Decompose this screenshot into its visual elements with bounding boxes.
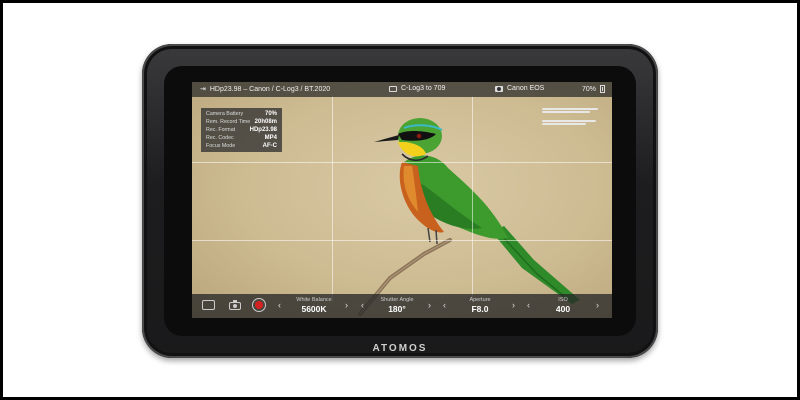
battery-icon [600,85,606,93]
info-value: 70% [264,111,277,117]
white-balance-control[interactable]: White Balance 5600K [278,297,350,315]
info-value: AF-C [262,143,277,149]
grid-line [332,96,333,302]
info-label: Rec. Codec [206,135,234,141]
audio-meter-4 [542,123,586,125]
audio-meters[interactable] [539,106,601,127]
brand-logo: ATOMOS [372,343,428,354]
iso-value: 400 [555,304,571,314]
shutter-angle-value: 180° [388,304,406,314]
record-button[interactable] [252,298,266,312]
grid-line [472,96,473,302]
white-balance-next-button[interactable]: › [345,300,348,310]
white-balance-label: White Balance [296,297,332,303]
lut-status[interactable]: C-Log3 to 709 [389,85,445,92]
info-label: Rec. Format [206,127,236,133]
battery-label: 70% [582,85,597,93]
grid-line [192,162,612,163]
audio-meter-2 [542,111,590,113]
info-row: Camera Battery 70% [206,110,277,118]
camera-icon [495,85,503,92]
shutter-angle-control[interactable]: Shutter Angle 180° [361,297,433,315]
input-status-label: HDp23.98 – Canon / C-Log3 / BT.2020 [209,85,331,93]
white-balance-value: 5600K [301,304,327,314]
info-label: Focus Mode [206,143,236,149]
lut-icon [389,85,397,92]
aperture-value: F8.0 [471,304,489,314]
audio-meter-1 [542,108,598,110]
camera-status[interactable]: Canon EOS [495,85,544,92]
shutter-angle-label: Shutter Angle [380,297,414,303]
top-status-bar: ⇥ HDp23.98 – Canon / C-Log3 / BT.2020 C-… [192,82,612,97]
info-label: Camera Battery [206,111,244,117]
display-toggle-button[interactable] [202,300,215,310]
info-row: Rem. Record Time 20h08m [206,118,277,126]
info-value: HDp23.98 [249,127,277,133]
info-label: Rem. Record Time [206,119,251,125]
bottom-control-bar: ‹ White Balance 5600K › ‹ Shutter Angle … [192,294,612,318]
iso-next-button[interactable]: › [596,300,599,310]
battery-status: 70% [582,85,606,93]
iso-label: ISO [558,297,568,303]
aperture-label: Aperture [469,297,491,303]
camera-status-label: Canon EOS [507,85,545,92]
aperture-next-button[interactable]: › [512,300,515,310]
info-value: 20h08m [254,119,277,125]
lut-status-label: C-Log3 to 709 [401,85,446,92]
input-status[interactable]: ⇥ HDp23.98 – Canon / C-Log3 / BT.2020 [200,85,331,94]
snapshot-button[interactable] [228,299,242,311]
aperture-control[interactable]: Aperture F8.0 [444,297,516,315]
shutter-angle-next-button[interactable]: › [428,300,431,310]
monitor-screen[interactable]: ⇥ HDp23.98 – Canon / C-Log3 / BT.2020 C-… [192,82,612,318]
grid-line [192,240,612,241]
info-row: Focus Mode AF-C [206,142,277,150]
info-value: MP4 [264,135,277,141]
iso-control[interactable]: ISO 400 [527,297,599,315]
camera-info-panel: Camera Battery 70% Rem. Record Time 20h0… [201,108,282,152]
audio-meter-3 [542,120,596,122]
input-icon: ⇥ [200,86,206,93]
info-row: Rec. Codec MP4 [206,134,277,142]
info-row: Rec. Format HDp23.98 [206,126,277,134]
